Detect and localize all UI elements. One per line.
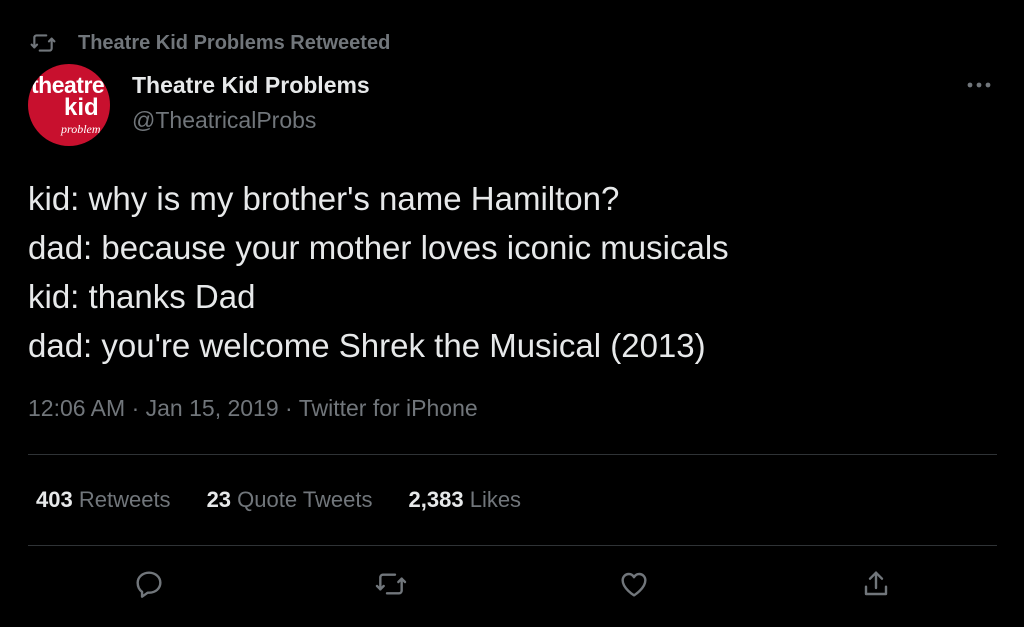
likes-label: Likes [469, 487, 522, 512]
avatar-logo-line: problem [61, 122, 101, 136]
tweet-stats: 403 Retweets 23 Quote Tweets 2,383 Likes [36, 487, 557, 513]
retweets-count: 403 [36, 487, 73, 512]
quote-tweets-count: 23 [206, 487, 232, 512]
tweet-line: kid: thanks Dad [28, 278, 256, 315]
retweet-banner-text: Theatre Kid Problems Retweeted [78, 31, 391, 54]
divider [28, 454, 997, 455]
retweet-icon [30, 30, 56, 56]
avatar[interactable]: theatre kid problem [28, 64, 110, 146]
quote-tweets-label: Quote Tweets [237, 487, 373, 512]
avatar-logo-line: kid [64, 94, 99, 121]
tweet-date[interactable]: Jan 15, 2019 [146, 395, 279, 421]
tweet-meta: 12:06 AM · Jan 15, 2019 · Twitter for iP… [28, 395, 478, 422]
more-icon[interactable] [964, 70, 994, 100]
tweet-source[interactable]: Twitter for iPhone [299, 395, 478, 421]
author-handle[interactable]: @TheatricalProbs [132, 107, 316, 134]
tweet-line: dad: because your mother loves iconic mu… [28, 229, 729, 266]
meta-separator: · [131, 395, 140, 421]
retweets-stat[interactable]: 403 Retweets [36, 487, 171, 513]
reply-icon[interactable] [131, 566, 167, 602]
tweet-text: kid: why is my brother's name Hamilton? … [28, 174, 988, 370]
meta-separator: · [285, 395, 293, 421]
author-display-name[interactable]: Theatre Kid Problems [132, 72, 370, 99]
divider [28, 545, 997, 546]
retweet-banner[interactable]: Theatre Kid Problems Retweeted [30, 30, 390, 56]
tweet-actions [0, 566, 1024, 606]
tweet-line: dad: you're welcome Shrek the Musical (2… [28, 327, 706, 364]
share-icon[interactable] [858, 566, 894, 602]
retweet-icon[interactable] [373, 566, 409, 602]
likes-count: 2,383 [408, 487, 464, 512]
likes-stat[interactable]: 2,383 Likes [409, 487, 522, 513]
retweets-label: Retweets [78, 487, 171, 512]
tweet-time[interactable]: 12:06 AM [28, 395, 125, 421]
heart-icon[interactable] [616, 566, 652, 602]
quote-tweets-stat[interactable]: 23 Quote Tweets [207, 487, 373, 513]
tweet-line: kid: why is my brother's name Hamilton? [28, 180, 620, 217]
